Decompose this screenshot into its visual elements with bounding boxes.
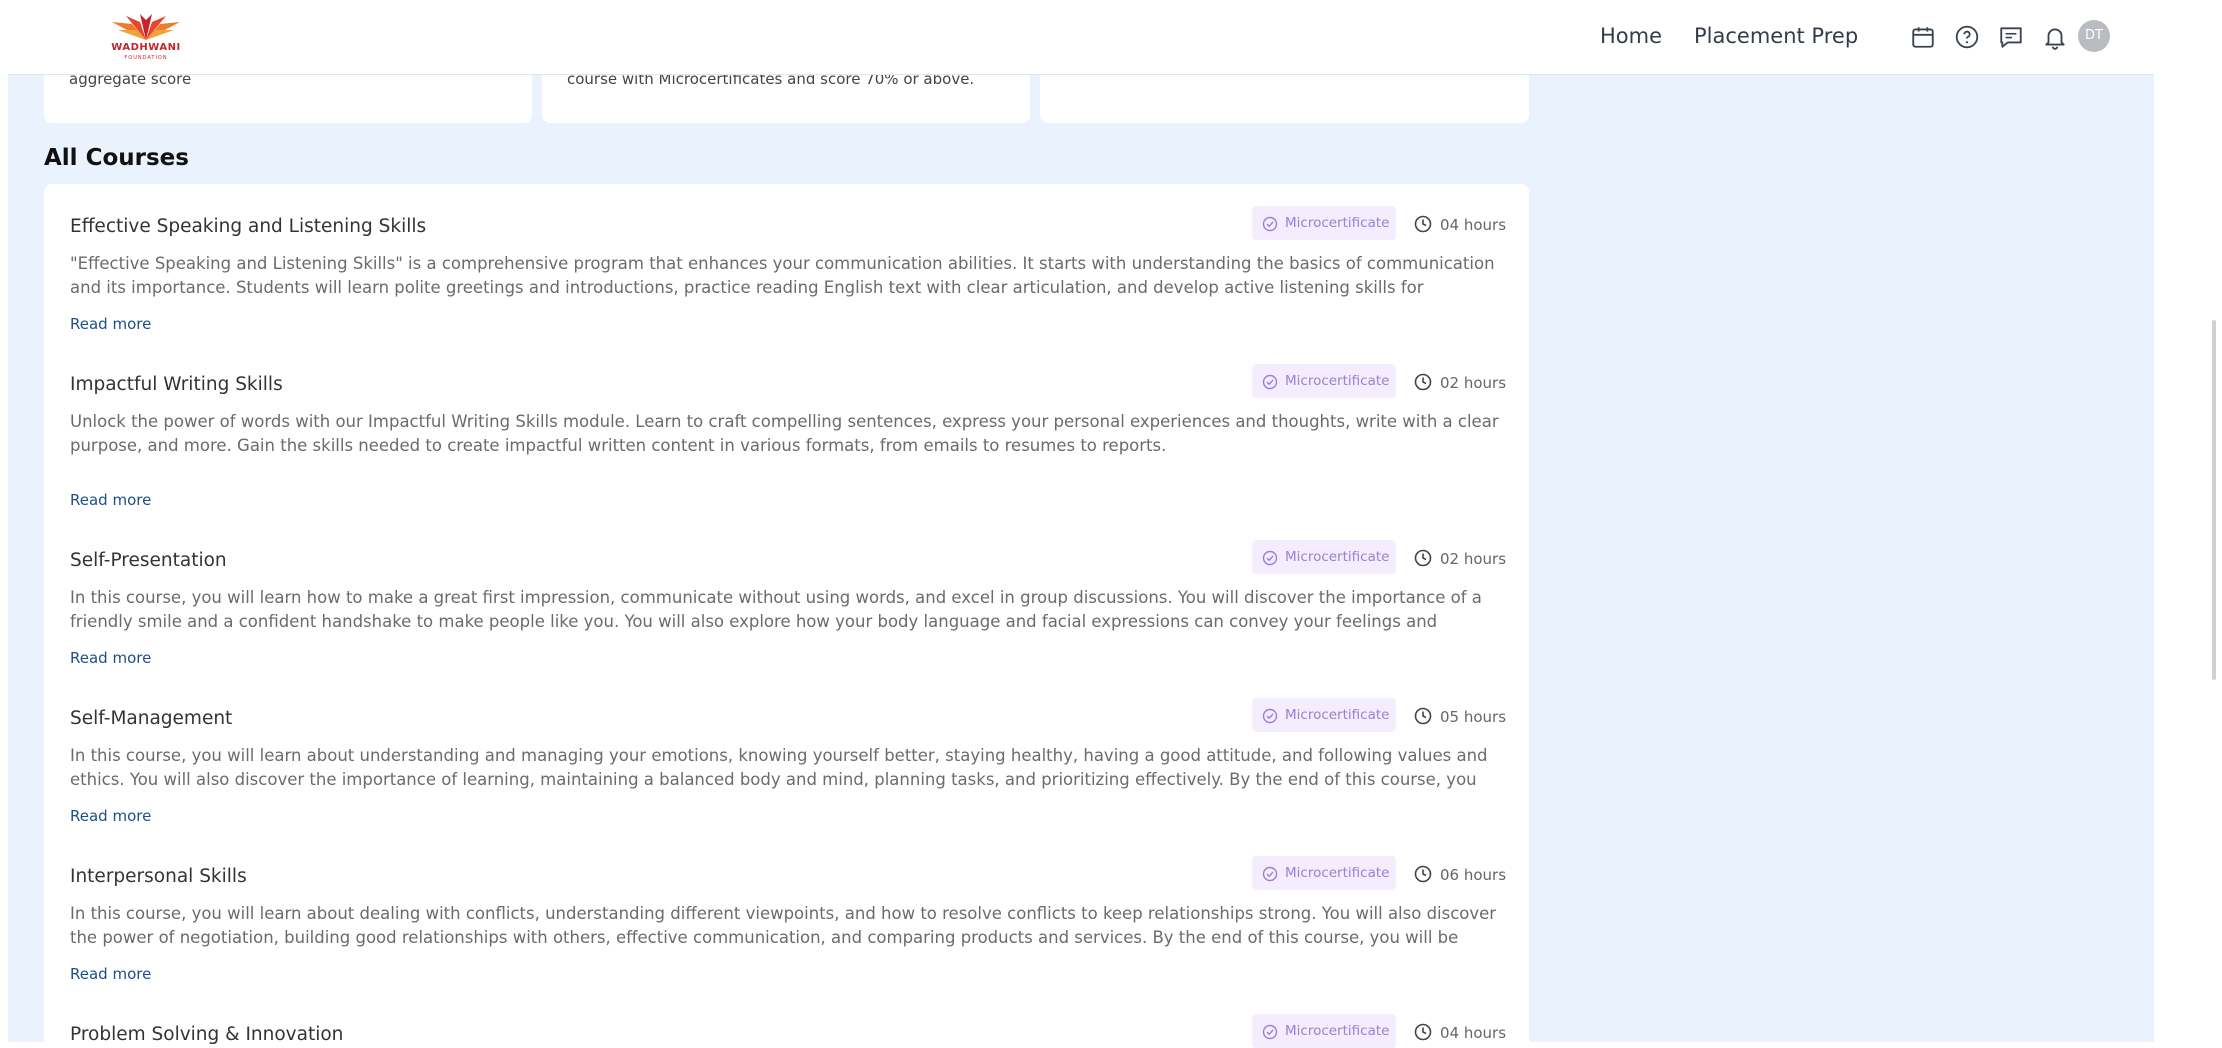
read-more-link[interactable]: Read more	[70, 649, 151, 667]
course-duration: 04 hours	[1440, 216, 1507, 234]
badge-label: Microcertificate	[1285, 549, 1390, 565]
course-duration: 05 hours	[1440, 708, 1507, 726]
clock-icon	[1414, 215, 1432, 233]
logo-icon	[112, 14, 180, 40]
clock-icon	[1414, 1023, 1432, 1041]
check-circle-icon	[1262, 708, 1278, 724]
badge-label: Microcertificate	[1285, 1023, 1390, 1039]
course-description: In this course, you will learn how to ma…	[70, 588, 1482, 631]
course-list: Effective Speaking and Listening Skills …	[44, 184, 1529, 1048]
read-more-link[interactable]: Read more	[70, 965, 151, 983]
logo-text: WADHWANI	[111, 42, 181, 53]
clock-icon	[1414, 549, 1432, 567]
course-title[interactable]: Impactful Writing Skills	[70, 374, 283, 395]
course-title[interactable]: Self-Presentation	[70, 550, 227, 571]
course-title[interactable]: Interpersonal Skills	[70, 866, 247, 887]
badge-label: Microcertificate	[1285, 215, 1390, 231]
page-scrollbar[interactable]	[2212, 320, 2216, 680]
calendar-icon[interactable]	[1910, 24, 1936, 50]
wadhwani-logo[interactable]: WADHWANI FOUNDATION	[96, 12, 196, 62]
microcertificate-badge: Microcertificate	[1252, 540, 1396, 574]
read-more-link[interactable]: Read more	[70, 315, 151, 333]
check-circle-icon	[1262, 216, 1278, 232]
microcertificate-badge: Microcertificate	[1252, 364, 1396, 398]
badge-label: Microcertificate	[1285, 865, 1390, 881]
clock-icon	[1414, 707, 1432, 725]
read-more-link[interactable]: Read more	[70, 491, 151, 509]
nav-placement-prep-link[interactable]: Placement Prep	[1694, 24, 1858, 48]
microcertificate-badge: Microcertificate	[1252, 1014, 1396, 1048]
top-navigation-bar: WADHWANI FOUNDATION Home Placement Prep …	[8, 0, 2154, 75]
microcertificate-badge: Microcertificate	[1252, 206, 1396, 240]
read-more-link[interactable]: Read more	[70, 807, 151, 825]
check-circle-icon	[1262, 1024, 1278, 1040]
nav-home-link[interactable]: Home	[1600, 24, 1662, 48]
logo-subtext: FOUNDATION	[124, 55, 168, 61]
all-courses-heading: All Courses	[44, 145, 189, 171]
course-description: "Effective Speaking and Listening Skills…	[70, 254, 1495, 297]
course-duration: 06 hours	[1440, 866, 1507, 884]
check-circle-icon	[1262, 550, 1278, 566]
check-circle-icon	[1262, 866, 1278, 882]
badge-label: Microcertificate	[1285, 707, 1390, 723]
microcertificate-badge: Microcertificate	[1252, 856, 1396, 890]
clock-icon	[1414, 865, 1432, 883]
bell-icon[interactable]	[2042, 24, 2068, 50]
course-description: In this course, you will learn about dea…	[70, 904, 1497, 947]
course-title[interactable]: Self-Management	[70, 708, 232, 729]
course-duration: 04 hours	[1440, 1024, 1507, 1042]
course-duration: 02 hours	[1440, 550, 1507, 568]
user-avatar[interactable]: DT	[2078, 20, 2110, 52]
microcertificate-badge: Microcertificate	[1252, 698, 1396, 732]
check-circle-icon	[1262, 374, 1278, 390]
course-title[interactable]: Effective Speaking and Listening Skills	[70, 216, 426, 237]
course-description: Unlock the power of words with our Impac…	[70, 412, 1499, 455]
badge-label: Microcertificate	[1285, 373, 1390, 389]
course-duration: 02 hours	[1440, 374, 1507, 392]
app-container: aggregate score course with Microcertifi…	[8, 0, 2154, 1048]
help-icon[interactable]	[1954, 24, 1980, 50]
chat-icon[interactable]	[1998, 24, 2024, 50]
clock-icon	[1414, 373, 1432, 391]
course-description: In this course, you will learn about und…	[70, 746, 1488, 789]
